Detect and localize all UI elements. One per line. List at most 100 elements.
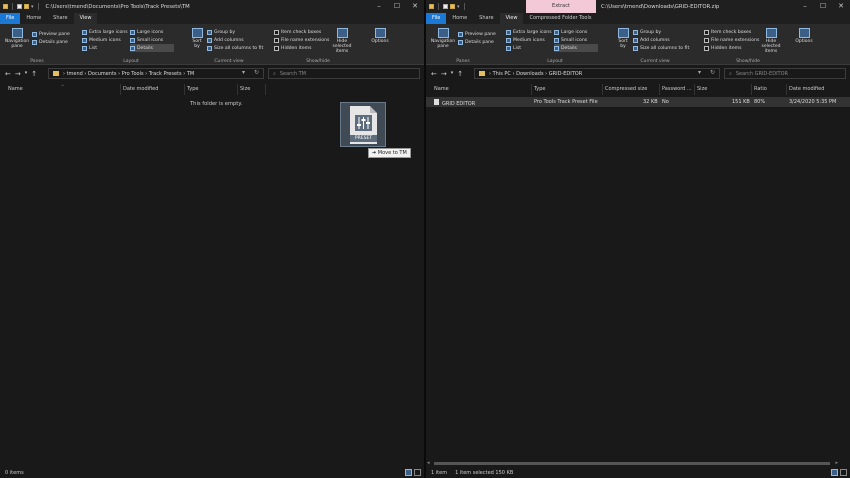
breadcrumb-grid-editor[interactable]: GRID-EDITOR: [549, 71, 582, 77]
address-bar[interactable]: › tmend › Documents › Pro Tools › Track …: [48, 68, 264, 79]
recent-dropdown-icon[interactable]: ▾: [25, 70, 28, 78]
details-view-icon[interactable]: [405, 469, 412, 476]
tab-file[interactable]: File: [0, 13, 21, 24]
add-columns-button[interactable]: Add columns: [633, 36, 689, 44]
layout-medium-icons[interactable]: Medium icons: [82, 36, 128, 44]
search-input[interactable]: ⌕ Search GRID-EDITOR: [724, 68, 846, 79]
breadcrumb-this-pc[interactable]: This PC: [493, 71, 511, 77]
column-date-modified[interactable]: Date modified: [123, 86, 158, 92]
extract-context-tab[interactable]: Extract: [526, 0, 596, 13]
tab-view[interactable]: View: [499, 13, 524, 24]
breadcrumb-tmend[interactable]: tmend: [67, 71, 83, 77]
size-all-columns-button[interactable]: Size all columns to fit: [633, 44, 689, 52]
hide-selected-items-button[interactable]: Hide selected items: [758, 28, 784, 54]
column-date-modified[interactable]: Date modified: [789, 86, 824, 92]
column-compressed-size[interactable]: Compressed size: [605, 86, 647, 92]
breadcrumb-tm[interactable]: TM: [187, 71, 194, 77]
layout-small-icons[interactable]: Small icons: [130, 36, 174, 44]
address-bar[interactable]: › This PC › Downloads › GRID-EDITOR: [474, 68, 720, 79]
breadcrumb-downloads[interactable]: Downloads: [516, 71, 543, 77]
minimize-button[interactable]: –: [370, 0, 388, 13]
large-icons-view-icon[interactable]: [414, 469, 421, 476]
new-folder-icon[interactable]: [24, 4, 29, 9]
layout-large-icons[interactable]: Large icons: [130, 28, 174, 36]
breadcrumb-documents[interactable]: Documents: [88, 71, 117, 77]
recent-dropdown-icon[interactable]: ▾: [451, 70, 454, 78]
hidden-items-toggle[interactable]: Hidden items: [274, 44, 329, 52]
properties-icon[interactable]: [17, 4, 22, 9]
layout-small-icons[interactable]: Small icons: [554, 36, 598, 44]
tab-share[interactable]: Share: [47, 13, 73, 24]
layout-details[interactable]: Details: [554, 44, 598, 52]
column-name[interactable]: Name: [434, 86, 449, 92]
layout-extra-large-icons[interactable]: Extra large icons: [506, 28, 552, 36]
back-icon[interactable]: ←: [5, 70, 11, 78]
close-button[interactable]: ✕: [406, 0, 424, 13]
navigation-pane-button[interactable]: Navigation pane: [430, 28, 456, 49]
options-button[interactable]: Options: [368, 28, 392, 44]
address-dropdown-icon[interactable]: ▾: [242, 69, 245, 76]
scrollbar-thumb[interactable]: [434, 462, 830, 465]
layout-details[interactable]: Details: [130, 44, 174, 52]
scroll-right-icon[interactable]: ▸: [835, 460, 838, 466]
forward-icon[interactable]: →: [441, 70, 447, 78]
column-size[interactable]: Size: [240, 86, 250, 92]
preview-pane-button[interactable]: Preview pane: [32, 30, 70, 38]
forward-icon[interactable]: →: [15, 70, 21, 78]
sort-by-button[interactable]: Sort by: [189, 28, 205, 49]
breadcrumb-track-presets[interactable]: Track Presets: [149, 71, 182, 77]
tab-home[interactable]: Home: [446, 13, 473, 24]
maximize-button[interactable]: ☐: [388, 0, 406, 13]
breadcrumb-pro-tools[interactable]: Pro Tools: [122, 71, 144, 77]
properties-icon[interactable]: [443, 4, 448, 9]
column-name[interactable]: Name: [8, 86, 23, 92]
item-check-boxes-toggle[interactable]: Item check boxes: [704, 28, 759, 36]
up-icon[interactable]: ↑: [31, 70, 37, 78]
up-icon[interactable]: ↑: [457, 70, 463, 78]
layout-large-icons[interactable]: Large icons: [554, 28, 598, 36]
layout-medium-icons[interactable]: Medium icons: [506, 36, 552, 44]
group-by-button[interactable]: Group by: [633, 28, 689, 36]
size-all-columns-button[interactable]: Size all columns to fit: [207, 44, 263, 52]
tab-share[interactable]: Share: [473, 13, 499, 24]
options-button[interactable]: Options: [792, 28, 816, 44]
file-name-extensions-toggle[interactable]: File name extensions: [704, 36, 759, 44]
column-ratio[interactable]: Ratio: [754, 86, 767, 92]
customize-dropdown-icon[interactable]: ▾: [31, 4, 34, 10]
sort-by-button[interactable]: Sort by: [615, 28, 631, 49]
details-pane-button[interactable]: Details pane: [458, 38, 496, 46]
tab-home[interactable]: Home: [20, 13, 47, 24]
hide-selected-items-button[interactable]: Hide selected items: [330, 28, 354, 54]
navigation-pane-button[interactable]: Navigation pane: [4, 28, 30, 49]
hidden-items-toggle[interactable]: Hidden items: [704, 44, 759, 52]
scroll-left-icon[interactable]: ◂: [427, 460, 430, 466]
refresh-icon[interactable]: ↻: [710, 69, 715, 76]
layout-extra-large-icons[interactable]: Extra large icons: [82, 28, 128, 36]
new-folder-icon[interactable]: [450, 4, 455, 9]
tab-file[interactable]: File: [426, 13, 447, 24]
layout-list[interactable]: List: [506, 44, 552, 52]
column-password[interactable]: Password ...: [662, 86, 692, 92]
maximize-button[interactable]: ☐: [814, 0, 832, 13]
item-check-boxes-toggle[interactable]: Item check boxes: [274, 28, 329, 36]
details-pane-button[interactable]: Details pane: [32, 38, 70, 46]
column-type[interactable]: Type: [534, 86, 545, 92]
preview-pane-button[interactable]: Preview pane: [458, 30, 496, 38]
tab-compressed-folder-tools[interactable]: Compressed Folder Tools: [523, 13, 597, 24]
search-input[interactable]: ⌕ Search TM: [268, 68, 420, 79]
table-row[interactable]: GRID EDITOR Pro Tools Track Preset File …: [426, 97, 850, 107]
tab-view[interactable]: View: [73, 13, 98, 24]
customize-dropdown-icon[interactable]: ▾: [457, 4, 460, 10]
back-icon[interactable]: ←: [431, 70, 437, 78]
large-icons-view-icon[interactable]: [840, 469, 847, 476]
group-by-button[interactable]: Group by: [207, 28, 263, 36]
file-name-extensions-toggle[interactable]: File name extensions: [274, 36, 329, 44]
close-button[interactable]: ✕: [832, 0, 850, 13]
add-columns-button[interactable]: Add columns: [207, 36, 263, 44]
details-view-icon[interactable]: [831, 469, 838, 476]
horizontal-scrollbar[interactable]: ◂ ▸: [426, 460, 850, 467]
column-type[interactable]: Type: [187, 86, 198, 92]
address-dropdown-icon[interactable]: ▾: [698, 69, 701, 76]
layout-list[interactable]: List: [82, 44, 128, 52]
minimize-button[interactable]: –: [796, 0, 814, 13]
